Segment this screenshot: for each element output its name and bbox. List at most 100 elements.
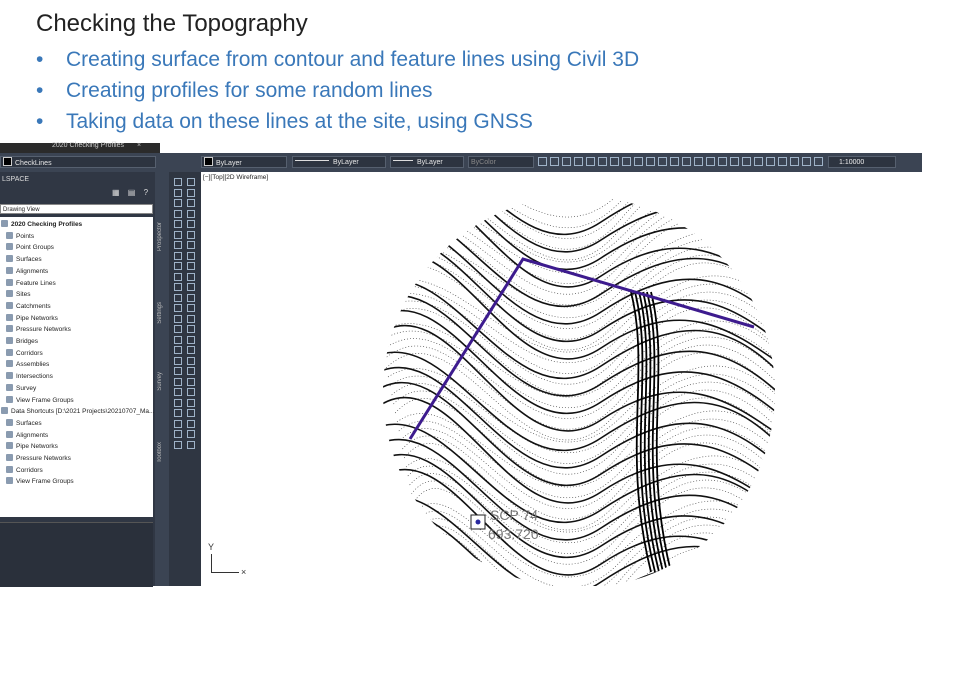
tree-item[interactable]: Points [6,231,34,242]
palette-tool-icon[interactable] [174,367,182,375]
toolbar-tool-icon[interactable] [694,157,703,166]
toolbar-tool-icon[interactable] [802,157,811,166]
tree-item[interactable]: Intersections [6,371,53,382]
tree-item[interactable]: Survey [6,383,36,394]
palette-tool-icon[interactable] [187,251,195,260]
tree-item[interactable]: View Frame Groups [6,395,74,406]
palette-tool-icon[interactable] [174,262,182,270]
palette-tool-icon[interactable] [174,356,182,365]
palette-tool-icon[interactable] [187,325,195,333]
palette-tool-icon[interactable] [174,283,182,291]
tree-item[interactable]: Surfaces [6,418,42,429]
toolbar-tool-icon[interactable] [646,157,655,166]
drawing-viewport[interactable]: [−][Top][2D Wireframe] SCP 74 693.720 Y … [201,172,922,586]
palette-tool-icon[interactable] [187,178,195,186]
toolbar-tool-icon[interactable] [682,157,691,166]
palette-tool-icon[interactable] [187,440,195,449]
palette-tool-icon[interactable] [174,346,182,354]
palette-tool-icon[interactable] [187,367,195,375]
palette-tool-icon[interactable] [174,199,182,207]
palette-tool-icon[interactable] [187,199,195,207]
tab-prospector[interactable]: Prospector [157,222,163,251]
palette-tool-icon[interactable] [187,230,195,239]
palette-tool-icon[interactable] [174,314,182,323]
palette-tool-icon[interactable] [187,335,195,344]
tab-survey[interactable]: Survey [157,372,163,391]
palette-tool-icon[interactable] [174,230,182,239]
toolbar-tool-icon[interactable] [622,157,631,166]
toolbar-tool-icon[interactable] [574,157,583,166]
lineweight-dropdown[interactable]: ByLayer [390,156,464,168]
toolbar-tool-icon[interactable] [742,157,751,166]
document-tab[interactable]: 2020 Checking Profiles [52,142,124,149]
palette-tool-icon[interactable] [174,188,182,197]
tree-item[interactable]: Assemblies [6,359,49,370]
palette-tool-icon[interactable] [187,220,195,228]
palette-tool-icon[interactable] [187,388,195,396]
palette-tool-icon[interactable] [174,398,182,407]
palette-tool-icon[interactable] [174,419,182,428]
palette-tool-icon[interactable] [174,293,182,302]
toolbar-tool-icon[interactable] [562,157,571,166]
tree-item[interactable]: Sites [6,289,30,300]
tab-settings[interactable]: Settings [157,302,163,324]
toolbar-tool-icon[interactable] [670,157,679,166]
tree-item[interactable]: Catchments [6,301,51,312]
palette-tool-icon[interactable] [174,440,182,449]
toolbar-tool-icon[interactable] [790,157,799,166]
annotation-scale-dropdown[interactable]: 1:10000 [828,156,896,168]
palette-tool-icon[interactable] [187,398,195,407]
palette-tool-icon[interactable] [174,430,182,438]
toolbar-tool-icon[interactable] [550,157,559,166]
view-select[interactable]: Drawing View [0,204,153,214]
toolbar-tool-icon[interactable] [586,157,595,166]
toolbar-tool-icon[interactable] [718,157,727,166]
palette-tool-icon[interactable] [174,388,182,396]
toolbar-tool-icon[interactable] [634,157,643,166]
toolbar-tool-icon[interactable] [658,157,667,166]
palette-tool-icon[interactable] [187,293,195,302]
tree-item[interactable]: Feature Lines [6,278,56,289]
toolspace-icons[interactable]: ▦ ▤ ? [112,188,151,197]
tab-toolbox[interactable]: Toolbox [157,442,163,463]
toolbar-tool-icon[interactable] [730,157,739,166]
toolbar-tool-icon[interactable] [538,157,547,166]
palette-tool-icon[interactable] [174,335,182,344]
tree-item[interactable]: Pipe Networks [6,313,58,324]
palette-tool-icon[interactable] [187,377,195,386]
tree-item[interactable]: Alignments [6,266,48,277]
palette-tool-icon[interactable] [187,209,195,218]
palette-tool-icon[interactable] [174,377,182,386]
palette-tool-icon[interactable] [187,409,195,417]
linetype-dropdown[interactable]: ByLayer [292,156,386,168]
palette-tool-icon[interactable] [187,356,195,365]
tree-item[interactable]: Pressure Networks [6,453,71,464]
toolbar-tool-icon[interactable] [766,157,775,166]
palette-tool-icon[interactable] [187,346,195,354]
layer-dropdown[interactable]: CheckLines [0,156,156,168]
palette-tool-icon[interactable] [187,241,195,249]
palette-tool-icon[interactable] [187,430,195,438]
tree-item[interactable]: View Frame Groups [6,476,74,487]
toolbar-tool-icon[interactable] [754,157,763,166]
tree-root[interactable]: 2020 Checking Profiles [1,219,82,230]
tree-item[interactable]: Pipe Networks [6,441,58,452]
tree-item[interactable]: Surfaces [6,254,42,265]
palette-tool-icon[interactable] [187,314,195,323]
toolbar-tool-icon[interactable] [814,157,823,166]
palette-tool-icon[interactable] [174,325,182,333]
palette-tool-icon[interactable] [174,178,182,186]
palette-tool-icon[interactable] [187,304,195,312]
toolbar-tool-icon[interactable] [778,157,787,166]
palette-tool-icon[interactable] [187,283,195,291]
plotstyle-dropdown[interactable]: ByColor [468,156,534,168]
tree-item[interactable]: Point Groups [6,242,54,253]
toolbar-tool-icon[interactable] [598,157,607,166]
tree-item[interactable]: Pressure Networks [6,324,71,335]
tree-shortcuts-root[interactable]: Data Shortcuts [D:\2021 Projects\2021070… [1,406,154,417]
tree-item[interactable]: Alignments [6,430,48,441]
toolbar-tool-icon[interactable] [706,157,715,166]
palette-tool-icon[interactable] [174,220,182,228]
palette-tool-icon[interactable] [187,419,195,428]
toolbar-tool-icon[interactable] [610,157,619,166]
